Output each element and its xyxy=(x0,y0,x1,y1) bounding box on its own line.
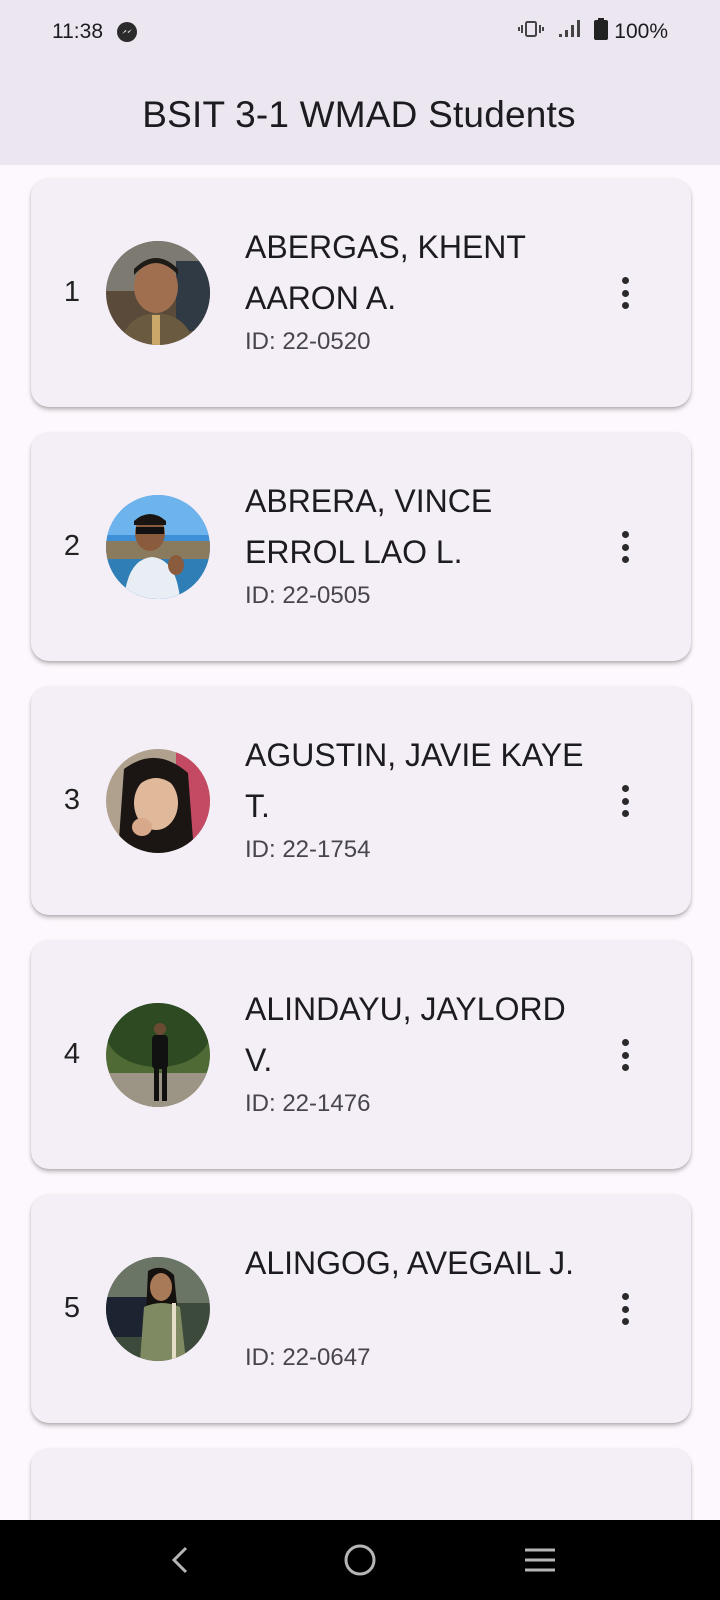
status-bar: 11:38 100% xyxy=(0,0,720,64)
avatar xyxy=(106,495,210,599)
student-id: ID: 22-1754 xyxy=(245,836,371,863)
student-name: AGUSTIN, JAVIE KAYE T. xyxy=(245,737,584,824)
avatar xyxy=(106,749,210,853)
student-name: ALINDAYU, JAYLORD V. xyxy=(245,991,566,1078)
student-number: 3 xyxy=(63,784,81,816)
status-time: 11:38 xyxy=(52,20,103,43)
student-card[interactable]: 3 AGUSTIN, JAVIE KAYE T. ID: 22-1754 xyxy=(31,686,691,915)
student-card[interactable]: 5 ALINGOG, AVEGAIL J. ID: 22-0647 xyxy=(31,1194,691,1423)
student-card[interactable] xyxy=(31,1448,691,1520)
more-vert-icon[interactable] xyxy=(611,782,639,820)
student-list[interactable]: 1 ABERGAS, KHENT AARON A. ID: 22-0520 2 xyxy=(0,165,720,1520)
page-title: BSIT 3-1 WMAD Students xyxy=(142,93,576,135)
avatar xyxy=(106,1257,210,1361)
student-id: ID: 22-0520 xyxy=(245,328,371,355)
signal-icon xyxy=(558,20,581,44)
battery-icon xyxy=(594,18,609,46)
student-id: ID: 22-0505 xyxy=(245,582,371,609)
more-vert-icon[interactable] xyxy=(611,1036,639,1074)
home-icon[interactable] xyxy=(330,1530,390,1590)
student-number: 5 xyxy=(63,1292,81,1324)
navigation-bar xyxy=(0,1520,720,1600)
back-icon[interactable] xyxy=(150,1530,210,1590)
battery-level: 100% xyxy=(614,20,668,43)
more-vert-icon[interactable] xyxy=(611,1290,639,1328)
student-name: ALINGOG, AVEGAIL J. xyxy=(245,1245,574,1281)
student-name: ABRERA, VINCE ERROL LAO L. xyxy=(245,483,493,570)
app-bar: BSIT 3-1 WMAD Students xyxy=(0,64,720,165)
student-card[interactable]: 4 ALINDAYU, JAYLORD V. ID: 22-1476 xyxy=(31,940,691,1169)
student-card[interactable]: 2 ABRERA, VINCE ERROL LAO L. ID: 22-0505 xyxy=(31,432,691,661)
more-vert-icon[interactable] xyxy=(611,274,639,312)
recents-icon[interactable] xyxy=(510,1530,570,1590)
student-number: 2 xyxy=(63,530,81,562)
avatar xyxy=(106,1003,210,1107)
student-id: ID: 22-0647 xyxy=(245,1344,371,1371)
more-vert-icon[interactable] xyxy=(611,528,639,566)
vibrate-icon xyxy=(518,20,545,44)
messenger-icon xyxy=(117,22,137,42)
student-number: 1 xyxy=(63,276,81,308)
student-name: ABERGAS, KHENT AARON A. xyxy=(245,229,526,316)
student-number: 4 xyxy=(63,1038,81,1070)
student-card[interactable]: 1 ABERGAS, KHENT AARON A. ID: 22-0520 xyxy=(31,178,691,407)
student-id: ID: 22-1476 xyxy=(245,1090,371,1117)
avatar xyxy=(106,241,210,345)
